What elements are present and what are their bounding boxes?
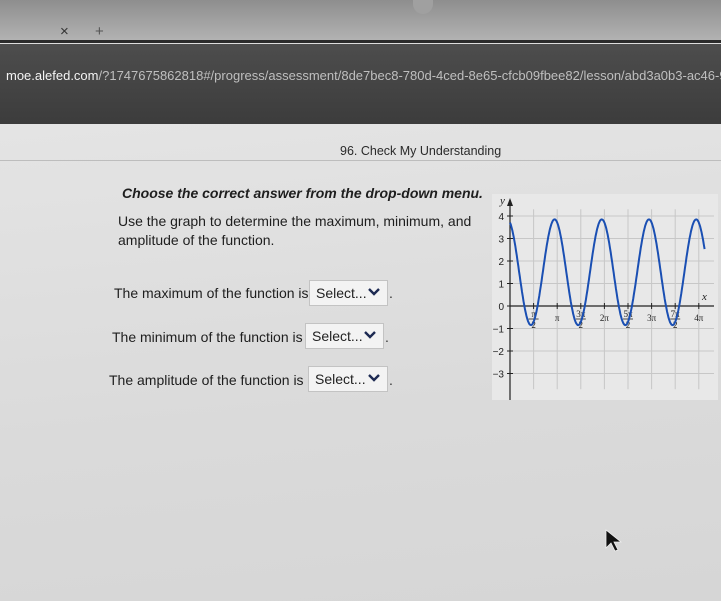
address-bar[interactable] xyxy=(0,44,721,124)
chevron-down-icon xyxy=(368,374,380,382)
y-tick-label: −1 xyxy=(493,325,505,336)
prompt-text-line2: amplitude of the function. xyxy=(118,232,275,248)
minimum-question-label: The minimum of the function is xyxy=(112,329,303,345)
url-host: moe.alefed.com xyxy=(6,68,99,83)
minimum-dropdown-value: Select... xyxy=(312,328,363,344)
chevron-down-icon xyxy=(364,331,376,339)
x-tick-label: 4π xyxy=(694,313,704,323)
mouse-cursor-icon xyxy=(605,529,623,552)
y-tick-label: −2 xyxy=(493,347,505,358)
x-tick-label: 2π xyxy=(600,313,610,323)
maximum-question-label: The maximum of the function is xyxy=(114,285,309,301)
close-icon[interactable]: × xyxy=(60,24,69,39)
maximum-suffix: . xyxy=(389,285,393,301)
amplitude-suffix: . xyxy=(389,372,393,388)
minimum-suffix: . xyxy=(385,329,389,345)
y-axis-label: y xyxy=(499,195,505,207)
sinusoid-graph: yx43210−1−2−3π2π 3π22π 5π23π 7π24π xyxy=(492,194,718,400)
y-tick-label: 1 xyxy=(498,280,504,291)
maximum-dropdown-value: Select... xyxy=(316,285,367,301)
x-tick-label: 3π xyxy=(647,313,657,323)
prompt-text-line1: Use the graph to determine the maximum, … xyxy=(118,213,472,229)
maximum-dropdown[interactable]: Select... xyxy=(309,280,388,306)
url-text[interactable]: moe.alefed.com/?1747675862818#/progress/… xyxy=(6,68,721,83)
y-tick-label: −3 xyxy=(493,370,505,381)
amplitude-question-label: The amplitude of the function is xyxy=(109,372,304,388)
title-divider xyxy=(0,160,721,161)
x-tick-label: π xyxy=(555,313,560,323)
y-tick-label: 0 xyxy=(498,302,504,313)
browser-tab-strip xyxy=(0,0,721,42)
minimum-dropdown[interactable]: Select... xyxy=(305,323,384,349)
y-tick-label: 3 xyxy=(498,235,504,246)
page-title: 96. Check My Understanding xyxy=(340,144,502,158)
instruction-text: Choose the correct answer from the drop-… xyxy=(122,185,483,201)
amplitude-dropdown[interactable]: Select... xyxy=(308,366,388,392)
url-path: /?1747675862818#/progress/assessment/8de… xyxy=(98,68,721,83)
y-tick-label: 4 xyxy=(498,212,504,223)
y-tick-label: 2 xyxy=(498,257,504,268)
chevron-down-icon xyxy=(368,288,380,296)
x-axis-label: x xyxy=(701,291,707,303)
tab-strip-divider xyxy=(0,40,721,43)
plus-icon[interactable]: + xyxy=(95,24,104,39)
amplitude-dropdown-value: Select... xyxy=(315,371,366,387)
